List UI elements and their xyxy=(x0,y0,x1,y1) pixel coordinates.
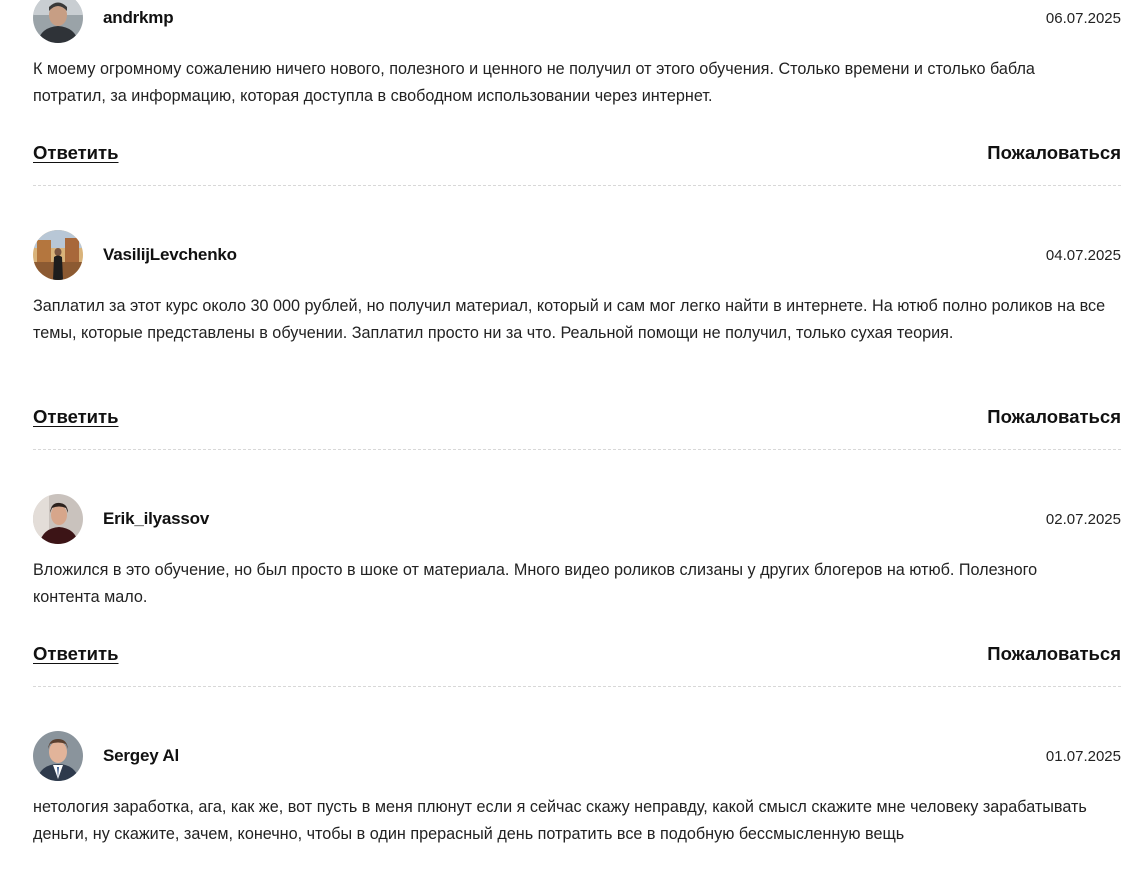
avatar[interactable] xyxy=(33,731,83,781)
review-text: Вложился в это обучение, но был просто в… xyxy=(33,561,1038,606)
reply-link[interactable]: Ответить xyxy=(33,643,119,665)
review-header: Sergey Al 01.07.2025 xyxy=(33,731,1121,781)
username[interactable]: Erik_ilyassov xyxy=(103,509,209,529)
review-text: нетология заработка, ага, как же, вот пу… xyxy=(33,798,1087,843)
review-header: andrkmp 06.07.2025 xyxy=(33,0,1121,43)
review-date: 04.07.2025 xyxy=(1045,247,1121,264)
reply-link[interactable]: Ответить xyxy=(33,406,119,428)
avatar[interactable] xyxy=(33,0,83,43)
complain-link[interactable]: Пожаловаться xyxy=(987,643,1121,665)
username[interactable]: andrkmp xyxy=(103,8,174,28)
review-actions: Ответить Пожаловаться xyxy=(33,406,1121,430)
reply-link[interactable]: Ответить xyxy=(33,142,119,164)
review-divider xyxy=(33,185,1121,186)
username[interactable]: Sergey Al xyxy=(103,746,179,766)
review-date: 02.07.2025 xyxy=(1045,511,1121,528)
review-divider xyxy=(33,449,1121,450)
review-header: Erik_ilyassov 02.07.2025 xyxy=(33,494,1121,544)
username[interactable]: VasilijLevchenko xyxy=(103,245,237,265)
avatar[interactable] xyxy=(33,494,83,544)
review-divider xyxy=(33,686,1121,687)
review-actions: Ответить Пожаловаться xyxy=(33,643,1121,667)
review-header: VasilijLevchenko 04.07.2025 xyxy=(33,230,1121,280)
avatar[interactable] xyxy=(33,230,83,280)
review-actions: Ответить Пожаловаться xyxy=(33,142,1121,166)
review-text: Заплатил за этот курс около 30 000 рубле… xyxy=(33,297,1106,342)
review-text: К моему огромному сожалению ничего новог… xyxy=(33,60,1035,105)
review-item: Sergey Al 01.07.2025 нетология заработка… xyxy=(33,731,1121,843)
review-date: 06.07.2025 xyxy=(1045,10,1121,27)
review-item: andrkmp 06.07.2025 К моему огромному сож… xyxy=(33,0,1121,186)
review-item: Erik_ilyassov 02.07.2025 Вложился в это … xyxy=(33,494,1121,687)
review-item: VasilijLevchenko 04.07.2025 Заплатил за … xyxy=(33,230,1121,450)
complain-link[interactable]: Пожаловаться xyxy=(987,406,1121,428)
review-date: 01.07.2025 xyxy=(1045,748,1121,765)
complain-link[interactable]: Пожаловаться xyxy=(987,142,1121,164)
